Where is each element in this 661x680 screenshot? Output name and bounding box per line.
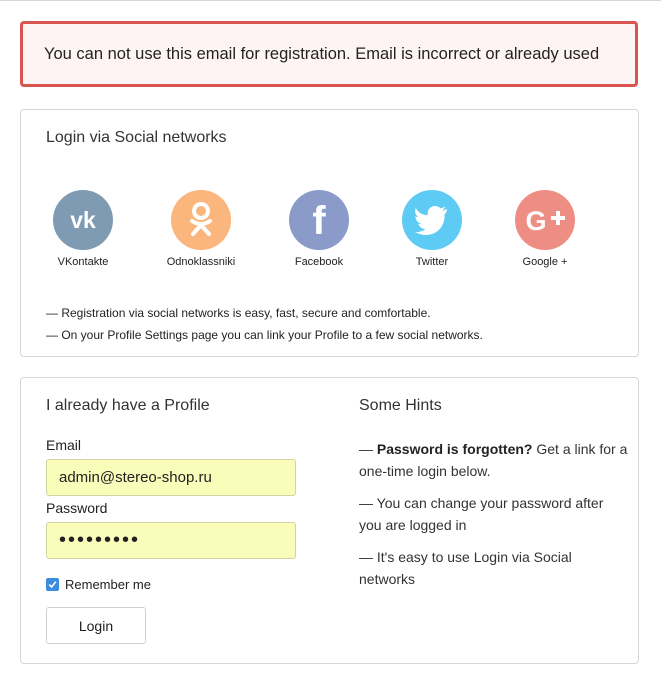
odnoklassniki-icon xyxy=(171,190,231,250)
social-note-registration: — Registration via social networks is ea… xyxy=(46,306,431,320)
social-button-facebook[interactable]: f Facebook xyxy=(269,190,369,268)
hints-title: Some Hints xyxy=(359,397,442,414)
google-plus-icon: G xyxy=(515,190,575,250)
email-label: Email xyxy=(46,437,82,453)
social-label-odnoklassniki: Odnoklassniki xyxy=(166,256,236,268)
error-alert-message: You can not use this email for registrat… xyxy=(44,45,600,63)
social-button-vkontakte[interactable]: vk VKontakte xyxy=(33,190,133,268)
hint-change-password: — You can change your password after you… xyxy=(359,495,604,533)
social-button-twitter[interactable]: Twitter xyxy=(382,190,482,268)
remember-me-checkbox[interactable]: Remember me xyxy=(46,577,151,592)
social-note-link-profile: — On your Profile Settings page you can … xyxy=(46,328,483,342)
login-panel: I already have a Profile Email Password … xyxy=(20,377,639,664)
remember-me-label: Remember me xyxy=(65,577,151,592)
social-label-twitter: Twitter xyxy=(415,256,449,268)
social-label-facebook: Facebook xyxy=(294,256,344,268)
login-title: I already have a Profile xyxy=(46,397,210,414)
hint-password-forgotten: — Password is forgotten? Get a link for … xyxy=(359,438,629,482)
facebook-icon: f xyxy=(289,190,349,250)
social-label-vkontakte: VKontakte xyxy=(57,256,109,268)
social-login-panel: Login via Social networks vk VKontakte O… xyxy=(20,109,639,357)
login-button[interactable]: Login xyxy=(46,607,146,644)
checkbox-checked-icon xyxy=(46,578,59,591)
svg-text:G: G xyxy=(525,206,546,235)
social-button-odnoklassniki[interactable]: Odnoklassniki xyxy=(151,190,251,268)
social-button-google-plus[interactable]: G Google + xyxy=(495,190,595,268)
vk-icon: vk xyxy=(53,190,113,250)
social-label-google-plus: Google + xyxy=(522,256,568,268)
hint-prefix: — xyxy=(359,441,377,457)
svg-text:vk: vk xyxy=(70,207,96,233)
email-field[interactable] xyxy=(46,459,296,496)
error-alert: You can not use this email for registrat… xyxy=(20,21,638,87)
top-divider xyxy=(0,0,661,1)
password-field[interactable]: ••••••••• xyxy=(46,522,296,559)
hint-social-login: — It's easy to use Login via Social netw… xyxy=(359,549,572,587)
password-label: Password xyxy=(46,500,108,516)
password-forgotten-text: Password is forgotten? xyxy=(376,441,533,457)
svg-text:f: f xyxy=(312,200,326,240)
twitter-icon xyxy=(402,190,462,250)
social-login-title: Login via Social networks xyxy=(46,129,227,146)
